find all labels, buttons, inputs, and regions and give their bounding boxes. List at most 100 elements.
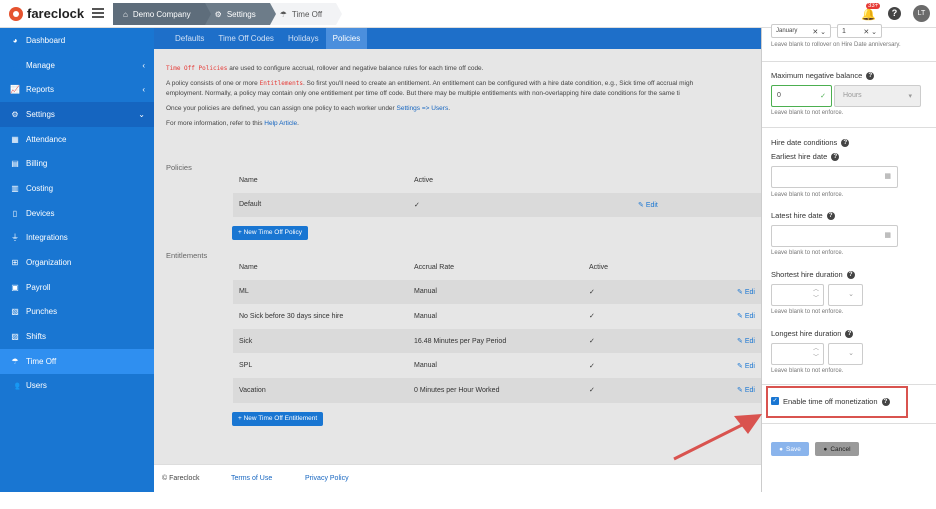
sidebar: ◕ Dashboard 👤 Manage ‹ 📈 Reports ‹ ⚙ Settings ⌄ ▦ At… — [0, 28, 154, 509]
sidebar-item-dashboard[interactable]: ◕ Dashboard — [0, 28, 154, 53]
edit-entitlement-button[interactable]: ✎ Edi — [737, 337, 755, 345]
edit-policy-button[interactable]: ✎ Edit — [638, 201, 658, 209]
breadcrumb-company[interactable]: ⌂ Demo Company — [113, 3, 211, 25]
sidebar-item-label: Reports — [26, 85, 55, 95]
accrual-rate: 16.48 Minutes per Pay Period — [414, 337, 507, 345]
new-time-off-policy-button[interactable]: + New Time Off Policy — [232, 226, 308, 240]
help-icon[interactable]: ? — [841, 138, 850, 147]
sidebar-item-users[interactable]: 👥 Users — [0, 374, 154, 399]
header-active: Active — [589, 263, 609, 271]
max-negative-balance-input[interactable]: 0 ✓ — [771, 85, 832, 107]
help-icon[interactable]: ? — [846, 270, 855, 279]
app-logo[interactable]: fareclock — [9, 6, 84, 21]
latest-hire-date-input[interactable]: ▦ — [771, 225, 898, 247]
rollover-month-select[interactable]: January ✕ ⌄ — [771, 24, 831, 38]
tab-policies[interactable]: Policies — [325, 28, 368, 49]
help-article-link[interactable]: Help Article — [264, 120, 297, 127]
header-accrual-rate: Accrual Rate — [414, 263, 455, 271]
save-button[interactable]: ● Save — [771, 442, 809, 456]
sidebar-item-billing[interactable]: ▤ Billing — [0, 151, 154, 176]
stepper-arrows-icon[interactable]: ︿ ﹀ — [813, 286, 819, 304]
avatar[interactable]: LT — [913, 5, 930, 22]
gear-icon: ⚙ — [214, 9, 222, 19]
tab-defaults[interactable]: Defaults — [168, 28, 211, 49]
notification-bell-icon[interactable]: 🔔 33+ — [861, 2, 881, 21]
calendar-icon[interactable]: ▦ — [884, 172, 891, 180]
help-icon[interactable]: ? — [845, 329, 854, 338]
sidebar-item-organization[interactable]: ⊞ Organization — [0, 250, 154, 275]
sidebar-item-attendance[interactable]: ▦ Attendance — [0, 127, 154, 152]
shortest-duration-unit-select[interactable]: ⌄ — [828, 284, 863, 306]
sidebar-item-costing[interactable]: ▥ Costing — [0, 176, 154, 201]
sidebar-item-label: Settings — [26, 109, 55, 119]
longest-hint: Leave blank to not enforce. — [771, 368, 844, 374]
sidebar-item-label: Costing — [26, 183, 54, 193]
check-icon: ✓ — [589, 362, 595, 370]
earliest-hire-date-input[interactable]: ▦ — [771, 166, 898, 188]
edit-entitlement-button[interactable]: ✎ Edi — [737, 312, 755, 320]
breadcrumb-settings[interactable]: ⚙ Settings — [204, 3, 276, 25]
sidebar-item-payroll[interactable]: ▣ Payroll — [0, 275, 154, 300]
hamburger-menu-icon[interactable] — [92, 8, 104, 18]
entitlement-name: No Sick before 30 days since hire — [239, 312, 344, 320]
cancel-button[interactable]: ● Cancel — [815, 442, 859, 456]
chevron-icon: ⌄ — [138, 109, 145, 119]
chevron-down-icon: ⌄ — [848, 350, 854, 357]
sidebar-item-punches[interactable]: ▧ Punches — [0, 300, 154, 325]
accrual-rate: 0 Minutes per Hour Worked — [414, 386, 500, 394]
sidebar-item-settings[interactable]: ⚙ Settings ⌄ — [0, 102, 154, 127]
help-icon[interactable]: ? — [881, 397, 890, 406]
sidebar-item-shifts[interactable]: ▨ Shifts — [0, 324, 154, 349]
divider — [762, 423, 936, 424]
notification-badge: 33+ — [866, 2, 881, 9]
policies-section-label: Policies — [166, 163, 192, 172]
monetization-checkbox[interactable]: ✓ — [771, 397, 779, 405]
longest-duration-stepper[interactable]: ︿ ﹀ — [771, 343, 824, 365]
privacy-link[interactable]: Privacy Policy — [305, 475, 349, 482]
app-name: fareclock — [27, 6, 85, 21]
shortest-duration-stepper[interactable]: ︿ ﹀ — [771, 284, 824, 306]
dashboard-icon: ◕ — [12, 35, 18, 45]
terms-link[interactable]: Terms of Use — [231, 475, 272, 482]
tab-holidays[interactable]: Holidays — [281, 28, 326, 49]
tab-time-off-codes[interactable]: Time Off Codes — [211, 28, 281, 49]
help-icon[interactable]: ? — [888, 7, 901, 20]
policies-table: Name Active Default ✓ ✎ Edit — [233, 168, 761, 218]
help-icon[interactable]: ? — [866, 71, 875, 80]
calendar-icon[interactable]: ▦ — [884, 231, 891, 239]
pencil-icon: ✎ — [737, 387, 745, 395]
arrow-head — [734, 414, 762, 434]
help-icon[interactable]: ? — [826, 211, 835, 220]
sidebar-item-devices[interactable]: ▯ Devices — [0, 201, 154, 226]
close-icon: ● — [823, 445, 828, 453]
sidebar-item-integrations[interactable]: ⏚ Integrations — [0, 226, 154, 251]
new-time-off-entitlement-button[interactable]: + New Time Off Entitlement — [232, 412, 324, 426]
person-icon: 👤 — [10, 60, 20, 70]
sidebar-item-reports[interactable]: 📈 Reports ‹ — [0, 77, 154, 102]
longest-duration-unit-select[interactable]: ⌄ — [828, 343, 863, 365]
edit-entitlement-button[interactable]: ✎ Edi — [737, 386, 755, 394]
clear-icon[interactable]: ✕ ⌄ — [812, 28, 826, 36]
sidebar-item-label: Payroll — [26, 282, 51, 292]
stepper-arrows-icon[interactable]: ︿ ﹀ — [813, 345, 819, 363]
main-content: Defaults Time Off Codes Holidays Policie… — [154, 28, 761, 464]
edit-entitlement-button[interactable]: ✎ Edi — [737, 288, 755, 296]
sidebar-item-manage[interactable]: 👤 Manage ‹ — [0, 53, 154, 78]
collapse-sidebar-icon[interactable]: ‹ — [136, 499, 139, 509]
edit-entitlement-button[interactable]: ✎ Edi — [737, 362, 755, 370]
entitlement-edit-panel: January ✕ ⌄ 1 ✕ ⌄ Leave blank to rollover … — [761, 24, 936, 492]
top-icons: 🔔 33+ ? LT — [861, 2, 930, 22]
settings-users-link[interactable]: Settings => Users — [397, 105, 449, 112]
sidebar-item-label: Billing — [26, 159, 48, 169]
help-icon[interactable]: ? — [831, 152, 840, 161]
sidebar-item-label: Integrations — [26, 233, 68, 243]
shortest-hint: Leave blank to not enforce. — [771, 309, 844, 315]
clear-icon[interactable]: ✕ ⌄ — [863, 28, 877, 36]
sidebar-item-time-off[interactable]: ☂ Time Off — [0, 348, 154, 374]
rollover-day-select[interactable]: 1 ✕ ⌄ — [837, 24, 882, 38]
table-row: Default ✓ ✎ Edit — [233, 192, 761, 218]
copyright: © Fareclock — [162, 475, 200, 482]
max-negative-balance-label: Maximum negative balance? — [771, 71, 875, 80]
payroll-icon: ▣ — [11, 282, 19, 292]
max-negative-balance-unit-select[interactable]: Hours ▾ — [834, 85, 921, 107]
